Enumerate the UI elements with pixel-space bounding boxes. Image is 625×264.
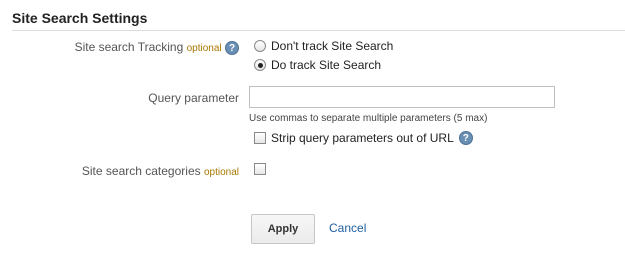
cancel-link[interactable]: Cancel — [329, 221, 366, 235]
radio-dont-track-control[interactable] — [254, 40, 266, 52]
radio-do-track-control[interactable] — [254, 59, 266, 71]
categories-checkbox[interactable] — [254, 163, 266, 175]
radio-dont-track[interactable]: Don't track Site Search — [254, 38, 393, 54]
section-divider — [12, 30, 625, 31]
tracking-help-icon[interactable]: ? — [225, 40, 239, 55]
tracking-optional-tag: optional — [186, 43, 222, 54]
strip-query-parameters[interactable]: Strip query parameters out of URL ? — [254, 130, 473, 146]
categories-optional-tag: optional — [203, 167, 239, 178]
categories-label-row: Site search categories optional — [82, 164, 239, 178]
strip-query-checkbox[interactable] — [254, 132, 266, 144]
radio-dont-track-label[interactable]: Don't track Site Search — [271, 39, 393, 53]
tracking-label-row: Site search Tracking optional ? — [75, 40, 239, 55]
apply-button[interactable]: Apply — [251, 214, 315, 244]
radio-do-track-label[interactable]: Do track Site Search — [271, 58, 381, 72]
strip-query-label[interactable]: Strip query parameters out of URL — [271, 131, 454, 145]
query-parameter-input[interactable] — [249, 86, 555, 108]
tracking-label: Site search Tracking — [74, 40, 184, 54]
query-parameter-label: Query parameter — [148, 91, 239, 105]
radio-do-track[interactable]: Do track Site Search — [254, 57, 381, 73]
categories-toggle[interactable] — [254, 161, 271, 177]
categories-label: Site search categories — [81, 164, 201, 178]
section-title: Site Search Settings — [12, 10, 148, 26]
query-parameter-hint: Use commas to separate multiple paramete… — [249, 113, 488, 124]
strip-query-help-icon[interactable]: ? — [458, 131, 473, 145]
